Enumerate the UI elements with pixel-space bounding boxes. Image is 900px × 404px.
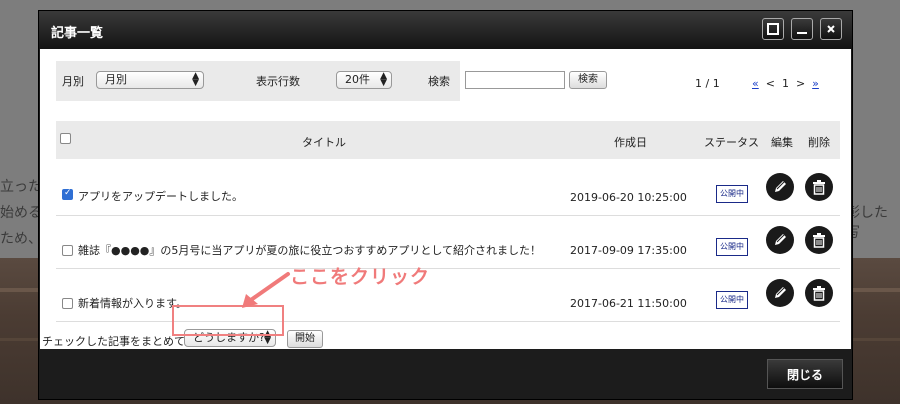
header-created: 作成日 — [614, 136, 647, 149]
month-filter-label: 月別 — [62, 75, 84, 88]
select-arrows-icon: ▲ ▼ — [380, 71, 387, 88]
delete-button[interactable] — [805, 226, 833, 254]
background-text-2: 始める — [0, 205, 42, 221]
background-text-1: 立った — [0, 179, 42, 195]
trash-icon — [813, 233, 825, 248]
row-checkbox[interactable] — [62, 298, 73, 309]
trash-icon — [813, 286, 825, 301]
status-badge: 公開中 — [716, 238, 748, 256]
row-title: アプリをアップデートしました。 — [78, 190, 243, 203]
select-all-checkbox[interactable] — [60, 133, 71, 144]
status-badge: 公開中 — [716, 291, 748, 309]
modal-titlebar: 記事一覧 — [39, 11, 852, 49]
pencil-icon — [775, 181, 786, 192]
annotation-text: ここをクリック — [290, 266, 431, 288]
pencil-icon — [775, 287, 786, 298]
article-list-modal: 記事一覧 月別 月別 ▲▼ 表示行数 20件 ▲▼ 検索 検索 1 / 1 — [38, 10, 853, 400]
bulk-action-label: チェックした記事をまとめて — [42, 335, 185, 348]
modal-footer: 閉じる — [39, 349, 852, 399]
modal-title: 記事一覧 — [51, 26, 104, 41]
header-title: タイトル — [302, 136, 346, 149]
trash-icon — [813, 180, 825, 195]
header-status: ステータス — [704, 136, 759, 149]
row-title: 雑誌『●●●●』の5月号に当アプリが夏の旅に役立つおすすめアプリとして紹介されま… — [78, 244, 542, 257]
row-created: 2017-09-09 17:35:00 — [570, 244, 687, 257]
filter-bar: 月別 月別 ▲ ▼ 表示行数 20件 ▲ ▼ 検索 — [56, 61, 460, 101]
select-arrows-icon: ▲ ▼ — [192, 71, 199, 88]
first-page-link[interactable]: « — [752, 77, 759, 90]
start-button[interactable]: 開始 — [287, 330, 323, 348]
delete-button[interactable] — [805, 279, 833, 307]
modal-content: 月別 月別 ▲ ▼ 表示行数 20件 ▲ ▼ 検索 検索 1 / 1 « < 1 >… — [40, 49, 851, 349]
header-edit: 編集 — [771, 136, 793, 149]
pagination: « < 1 > » — [752, 77, 819, 90]
table-header: タイトル 作成日 ステータス 編集 削除 — [56, 121, 840, 159]
next-page-button[interactable]: > — [796, 77, 805, 90]
pencil-icon — [775, 234, 786, 245]
prev-page-button[interactable]: < — [766, 77, 775, 90]
month-select[interactable]: 月別 ▲ ▼ — [96, 71, 204, 89]
row-checkbox[interactable] — [62, 245, 73, 256]
table-row: アプリをアップデートしました。 2019-06-20 10:25:00 公開中 — [56, 163, 840, 216]
row-title: 新着情報が入ります。 — [78, 297, 187, 310]
row-created: 2017-06-21 11:50:00 — [570, 297, 687, 310]
close-button[interactable]: 閉じる — [767, 359, 843, 389]
minimize-icon — [797, 32, 807, 34]
maximize-button[interactable] — [762, 18, 784, 40]
rows-select-value: 20件 — [345, 73, 370, 86]
background-text-4: 彰した写 — [846, 205, 888, 241]
current-page: 1 — [781, 77, 789, 90]
close-icon — [827, 25, 835, 33]
search-button[interactable]: 検索 — [569, 71, 607, 89]
search-label: 検索 — [428, 75, 450, 88]
page-info: 1 / 1 — [695, 77, 720, 90]
edit-button[interactable] — [766, 173, 794, 201]
search-input[interactable] — [465, 71, 565, 89]
annotation-arrow-icon — [242, 272, 290, 308]
edit-button[interactable] — [766, 279, 794, 307]
header-delete: 削除 — [808, 136, 830, 149]
row-created: 2019-06-20 10:25:00 — [570, 191, 687, 204]
close-x-button[interactable] — [820, 18, 842, 40]
maximize-icon — [767, 23, 779, 35]
month-select-value: 月別 — [105, 73, 127, 86]
last-page-link[interactable]: » — [812, 77, 819, 90]
row-checkbox[interactable] — [62, 188, 73, 200]
background-text-3: ため、 — [0, 231, 42, 247]
delete-button[interactable] — [805, 173, 833, 201]
table-row: 雑誌『●●●●』の5月号に当アプリが夏の旅に役立つおすすめアプリとして紹介されま… — [56, 216, 840, 269]
edit-button[interactable] — [766, 226, 794, 254]
rows-select[interactable]: 20件 ▲ ▼ — [336, 71, 392, 89]
status-badge: 公開中 — [716, 185, 748, 203]
rows-filter-label: 表示行数 — [256, 75, 300, 88]
minimize-button[interactable] — [791, 18, 813, 40]
